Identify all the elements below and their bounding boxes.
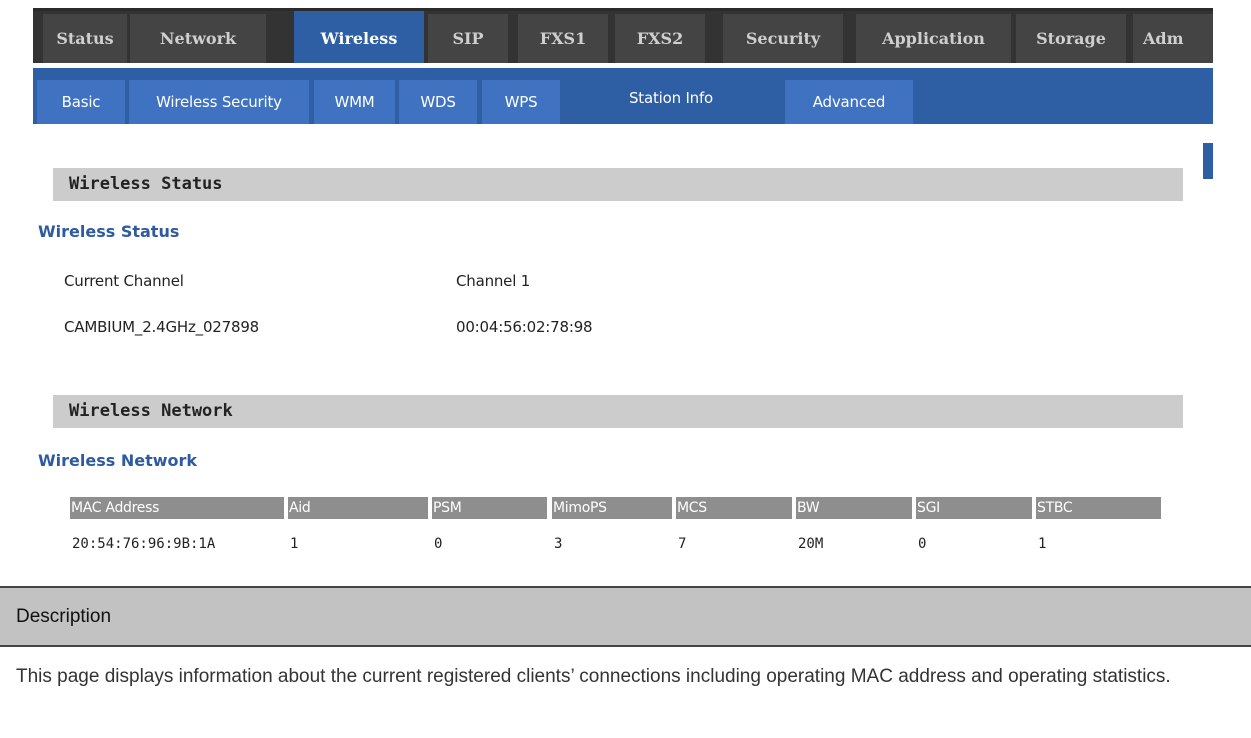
wireless-network-subtitle: Wireless Network bbox=[38, 451, 198, 470]
tab-fxs2[interactable]: FXS2 bbox=[615, 14, 705, 63]
col-psm: PSM bbox=[432, 497, 547, 519]
tab-fxs1[interactable]: FXS1 bbox=[518, 14, 608, 63]
table-cell-mcs: 7 bbox=[678, 536, 687, 552]
col-mimops: MimoPS bbox=[552, 497, 672, 519]
tab-storage[interactable]: Storage bbox=[1016, 14, 1126, 63]
table-cell-bw: 20M bbox=[798, 536, 824, 552]
wireless-network-header: Wireless Network bbox=[53, 395, 1183, 428]
ssid-mac-value: 00:04:56:02:78:98 bbox=[456, 318, 593, 336]
subtab-wireless-security[interactable]: Wireless Security bbox=[129, 80, 309, 124]
wireless-status-header: Wireless Status bbox=[53, 168, 1183, 201]
description-heading: Description bbox=[16, 606, 112, 627]
table-cell-sgi: 0 bbox=[918, 536, 927, 552]
subtab-wds[interactable]: WDS bbox=[399, 80, 477, 124]
description-header: Description bbox=[0, 588, 1251, 645]
table-cell-aid: 1 bbox=[290, 536, 299, 552]
table-cell-mimops: 3 bbox=[554, 536, 563, 552]
description-bottom-rule bbox=[0, 645, 1251, 647]
tab-application[interactable]: Application bbox=[856, 14, 1011, 63]
ssid-label: CAMBIUM_2.4GHz_027898 bbox=[64, 318, 260, 336]
col-aid: Aid bbox=[288, 497, 428, 519]
current-channel-value: Channel 1 bbox=[456, 272, 531, 290]
current-channel-label: Current Channel bbox=[64, 272, 184, 290]
subtab-station-info[interactable]: Station Info bbox=[611, 76, 731, 120]
description-text: This page displays information about the… bbox=[16, 666, 1171, 687]
col-mcs: MCS bbox=[676, 497, 792, 519]
subtab-advanced[interactable]: Advanced bbox=[785, 80, 913, 124]
tab-security[interactable]: Security bbox=[723, 14, 843, 63]
subtab-wmm[interactable]: WMM bbox=[314, 80, 395, 124]
sub-tab-bar: Basic Wireless Security WMM WDS WPS Stat… bbox=[33, 68, 1213, 124]
scroll-marker bbox=[1203, 143, 1213, 179]
tab-wireless[interactable]: Wireless bbox=[294, 11, 424, 63]
tab-network[interactable]: Network bbox=[130, 14, 266, 63]
subtab-wps[interactable]: WPS bbox=[482, 80, 560, 124]
tab-status[interactable]: Status bbox=[43, 14, 127, 63]
wireless-status-subtitle: Wireless Status bbox=[38, 222, 180, 241]
tab-sip[interactable]: SIP bbox=[428, 14, 508, 63]
col-stbc: STBC bbox=[1036, 497, 1161, 519]
subtab-basic[interactable]: Basic bbox=[37, 80, 125, 124]
table-cell-mac: 20:54:76:96:9B:1A bbox=[72, 536, 216, 552]
col-mac-address: MAC Address bbox=[70, 497, 284, 519]
col-bw: BW bbox=[796, 497, 912, 519]
router-web-ui: Status Network Wireless SIP FXS1 FXS2 Se… bbox=[0, 0, 1251, 580]
table-cell-psm: 0 bbox=[434, 536, 443, 552]
main-tab-bar: Status Network Wireless SIP FXS1 FXS2 Se… bbox=[33, 8, 1213, 63]
tab-administration[interactable]: Adm bbox=[1133, 14, 1213, 63]
col-sgi: SGI bbox=[916, 497, 1032, 519]
table-cell-stbc: 1 bbox=[1038, 536, 1047, 552]
